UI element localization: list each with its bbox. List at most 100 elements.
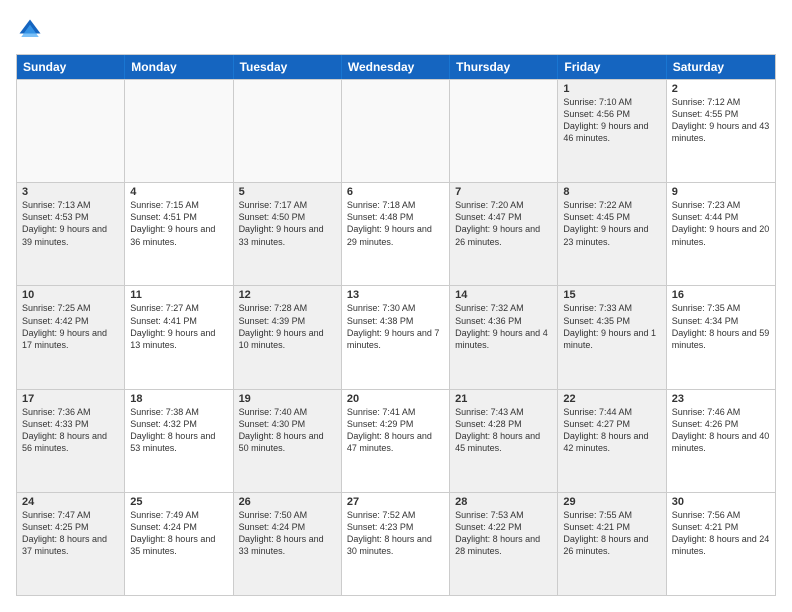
calendar-cell-29: 29Sunrise: 7:55 AM Sunset: 4:21 PM Dayli… (558, 493, 666, 595)
calendar-cell-30: 30Sunrise: 7:56 AM Sunset: 4:21 PM Dayli… (667, 493, 775, 595)
calendar-cell-18: 18Sunrise: 7:38 AM Sunset: 4:32 PM Dayli… (125, 390, 233, 492)
calendar-cell-20: 20Sunrise: 7:41 AM Sunset: 4:29 PM Dayli… (342, 390, 450, 492)
day-number: 2 (672, 83, 770, 95)
calendar-cell-6: 6Sunrise: 7:18 AM Sunset: 4:48 PM Daylig… (342, 183, 450, 285)
day-number: 14 (455, 289, 552, 301)
calendar-cell-3: 3Sunrise: 7:13 AM Sunset: 4:53 PM Daylig… (17, 183, 125, 285)
day-number: 4 (130, 186, 227, 198)
calendar-cell-15: 15Sunrise: 7:33 AM Sunset: 4:35 PM Dayli… (558, 286, 666, 388)
day-number: 30 (672, 496, 770, 508)
header-day-saturday: Saturday (667, 55, 775, 79)
calendar: SundayMondayTuesdayWednesdayThursdayFrid… (16, 54, 776, 596)
calendar-cell-10: 10Sunrise: 7:25 AM Sunset: 4:42 PM Dayli… (17, 286, 125, 388)
day-number: 10 (22, 289, 119, 301)
calendar-cell-28: 28Sunrise: 7:53 AM Sunset: 4:22 PM Dayli… (450, 493, 558, 595)
cell-daylight-info: Sunrise: 7:25 AM Sunset: 4:42 PM Dayligh… (22, 302, 119, 351)
cell-daylight-info: Sunrise: 7:28 AM Sunset: 4:39 PM Dayligh… (239, 302, 336, 351)
cell-daylight-info: Sunrise: 7:17 AM Sunset: 4:50 PM Dayligh… (239, 199, 336, 248)
calendar-cell-8: 8Sunrise: 7:22 AM Sunset: 4:45 PM Daylig… (558, 183, 666, 285)
day-number: 8 (563, 186, 660, 198)
calendar-cell-empty-0-2 (234, 80, 342, 182)
day-number: 26 (239, 496, 336, 508)
calendar-cell-5: 5Sunrise: 7:17 AM Sunset: 4:50 PM Daylig… (234, 183, 342, 285)
calendar-header: SundayMondayTuesdayWednesdayThursdayFrid… (17, 55, 775, 79)
calendar-cell-17: 17Sunrise: 7:36 AM Sunset: 4:33 PM Dayli… (17, 390, 125, 492)
cell-daylight-info: Sunrise: 7:15 AM Sunset: 4:51 PM Dayligh… (130, 199, 227, 248)
cell-daylight-info: Sunrise: 7:27 AM Sunset: 4:41 PM Dayligh… (130, 302, 227, 351)
cell-daylight-info: Sunrise: 7:47 AM Sunset: 4:25 PM Dayligh… (22, 509, 119, 558)
page: SundayMondayTuesdayWednesdayThursdayFrid… (0, 0, 792, 612)
calendar-row-3: 17Sunrise: 7:36 AM Sunset: 4:33 PM Dayli… (17, 389, 775, 492)
day-number: 18 (130, 393, 227, 405)
day-number: 9 (672, 186, 770, 198)
calendar-row-0: 1Sunrise: 7:10 AM Sunset: 4:56 PM Daylig… (17, 79, 775, 182)
cell-daylight-info: Sunrise: 7:20 AM Sunset: 4:47 PM Dayligh… (455, 199, 552, 248)
day-number: 17 (22, 393, 119, 405)
day-number: 20 (347, 393, 444, 405)
header-day-friday: Friday (558, 55, 666, 79)
cell-daylight-info: Sunrise: 7:30 AM Sunset: 4:38 PM Dayligh… (347, 302, 444, 351)
calendar-cell-empty-0-3 (342, 80, 450, 182)
header (16, 16, 776, 44)
calendar-cell-27: 27Sunrise: 7:52 AM Sunset: 4:23 PM Dayli… (342, 493, 450, 595)
calendar-cell-21: 21Sunrise: 7:43 AM Sunset: 4:28 PM Dayli… (450, 390, 558, 492)
cell-daylight-info: Sunrise: 7:44 AM Sunset: 4:27 PM Dayligh… (563, 406, 660, 455)
logo (16, 16, 48, 44)
calendar-cell-9: 9Sunrise: 7:23 AM Sunset: 4:44 PM Daylig… (667, 183, 775, 285)
calendar-cell-empty-0-1 (125, 80, 233, 182)
day-number: 13 (347, 289, 444, 301)
calendar-cell-23: 23Sunrise: 7:46 AM Sunset: 4:26 PM Dayli… (667, 390, 775, 492)
day-number: 27 (347, 496, 444, 508)
cell-daylight-info: Sunrise: 7:38 AM Sunset: 4:32 PM Dayligh… (130, 406, 227, 455)
day-number: 25 (130, 496, 227, 508)
calendar-cell-22: 22Sunrise: 7:44 AM Sunset: 4:27 PM Dayli… (558, 390, 666, 492)
day-number: 3 (22, 186, 119, 198)
cell-daylight-info: Sunrise: 7:10 AM Sunset: 4:56 PM Dayligh… (563, 96, 660, 145)
calendar-cell-24: 24Sunrise: 7:47 AM Sunset: 4:25 PM Dayli… (17, 493, 125, 595)
calendar-row-4: 24Sunrise: 7:47 AM Sunset: 4:25 PM Dayli… (17, 492, 775, 595)
calendar-body: 1Sunrise: 7:10 AM Sunset: 4:56 PM Daylig… (17, 79, 775, 595)
calendar-cell-16: 16Sunrise: 7:35 AM Sunset: 4:34 PM Dayli… (667, 286, 775, 388)
day-number: 22 (563, 393, 660, 405)
day-number: 28 (455, 496, 552, 508)
cell-daylight-info: Sunrise: 7:32 AM Sunset: 4:36 PM Dayligh… (455, 302, 552, 351)
day-number: 7 (455, 186, 552, 198)
cell-daylight-info: Sunrise: 7:18 AM Sunset: 4:48 PM Dayligh… (347, 199, 444, 248)
day-number: 19 (239, 393, 336, 405)
cell-daylight-info: Sunrise: 7:41 AM Sunset: 4:29 PM Dayligh… (347, 406, 444, 455)
calendar-cell-19: 19Sunrise: 7:40 AM Sunset: 4:30 PM Dayli… (234, 390, 342, 492)
cell-daylight-info: Sunrise: 7:56 AM Sunset: 4:21 PM Dayligh… (672, 509, 770, 558)
day-number: 29 (563, 496, 660, 508)
cell-daylight-info: Sunrise: 7:55 AM Sunset: 4:21 PM Dayligh… (563, 509, 660, 558)
cell-daylight-info: Sunrise: 7:40 AM Sunset: 4:30 PM Dayligh… (239, 406, 336, 455)
cell-daylight-info: Sunrise: 7:33 AM Sunset: 4:35 PM Dayligh… (563, 302, 660, 351)
day-number: 15 (563, 289, 660, 301)
calendar-row-1: 3Sunrise: 7:13 AM Sunset: 4:53 PM Daylig… (17, 182, 775, 285)
cell-daylight-info: Sunrise: 7:46 AM Sunset: 4:26 PM Dayligh… (672, 406, 770, 455)
calendar-cell-empty-0-0 (17, 80, 125, 182)
calendar-cell-11: 11Sunrise: 7:27 AM Sunset: 4:41 PM Dayli… (125, 286, 233, 388)
cell-daylight-info: Sunrise: 7:43 AM Sunset: 4:28 PM Dayligh… (455, 406, 552, 455)
logo-icon (16, 16, 44, 44)
cell-daylight-info: Sunrise: 7:53 AM Sunset: 4:22 PM Dayligh… (455, 509, 552, 558)
cell-daylight-info: Sunrise: 7:50 AM Sunset: 4:24 PM Dayligh… (239, 509, 336, 558)
cell-daylight-info: Sunrise: 7:35 AM Sunset: 4:34 PM Dayligh… (672, 302, 770, 351)
cell-daylight-info: Sunrise: 7:36 AM Sunset: 4:33 PM Dayligh… (22, 406, 119, 455)
day-number: 1 (563, 83, 660, 95)
cell-daylight-info: Sunrise: 7:49 AM Sunset: 4:24 PM Dayligh… (130, 509, 227, 558)
day-number: 6 (347, 186, 444, 198)
day-number: 24 (22, 496, 119, 508)
cell-daylight-info: Sunrise: 7:52 AM Sunset: 4:23 PM Dayligh… (347, 509, 444, 558)
calendar-cell-4: 4Sunrise: 7:15 AM Sunset: 4:51 PM Daylig… (125, 183, 233, 285)
header-day-monday: Monday (125, 55, 233, 79)
cell-daylight-info: Sunrise: 7:12 AM Sunset: 4:55 PM Dayligh… (672, 96, 770, 145)
day-number: 12 (239, 289, 336, 301)
cell-daylight-info: Sunrise: 7:13 AM Sunset: 4:53 PM Dayligh… (22, 199, 119, 248)
calendar-cell-25: 25Sunrise: 7:49 AM Sunset: 4:24 PM Dayli… (125, 493, 233, 595)
day-number: 23 (672, 393, 770, 405)
calendar-cell-1: 1Sunrise: 7:10 AM Sunset: 4:56 PM Daylig… (558, 80, 666, 182)
cell-daylight-info: Sunrise: 7:23 AM Sunset: 4:44 PM Dayligh… (672, 199, 770, 248)
header-day-tuesday: Tuesday (234, 55, 342, 79)
header-day-thursday: Thursday (450, 55, 558, 79)
calendar-cell-7: 7Sunrise: 7:20 AM Sunset: 4:47 PM Daylig… (450, 183, 558, 285)
